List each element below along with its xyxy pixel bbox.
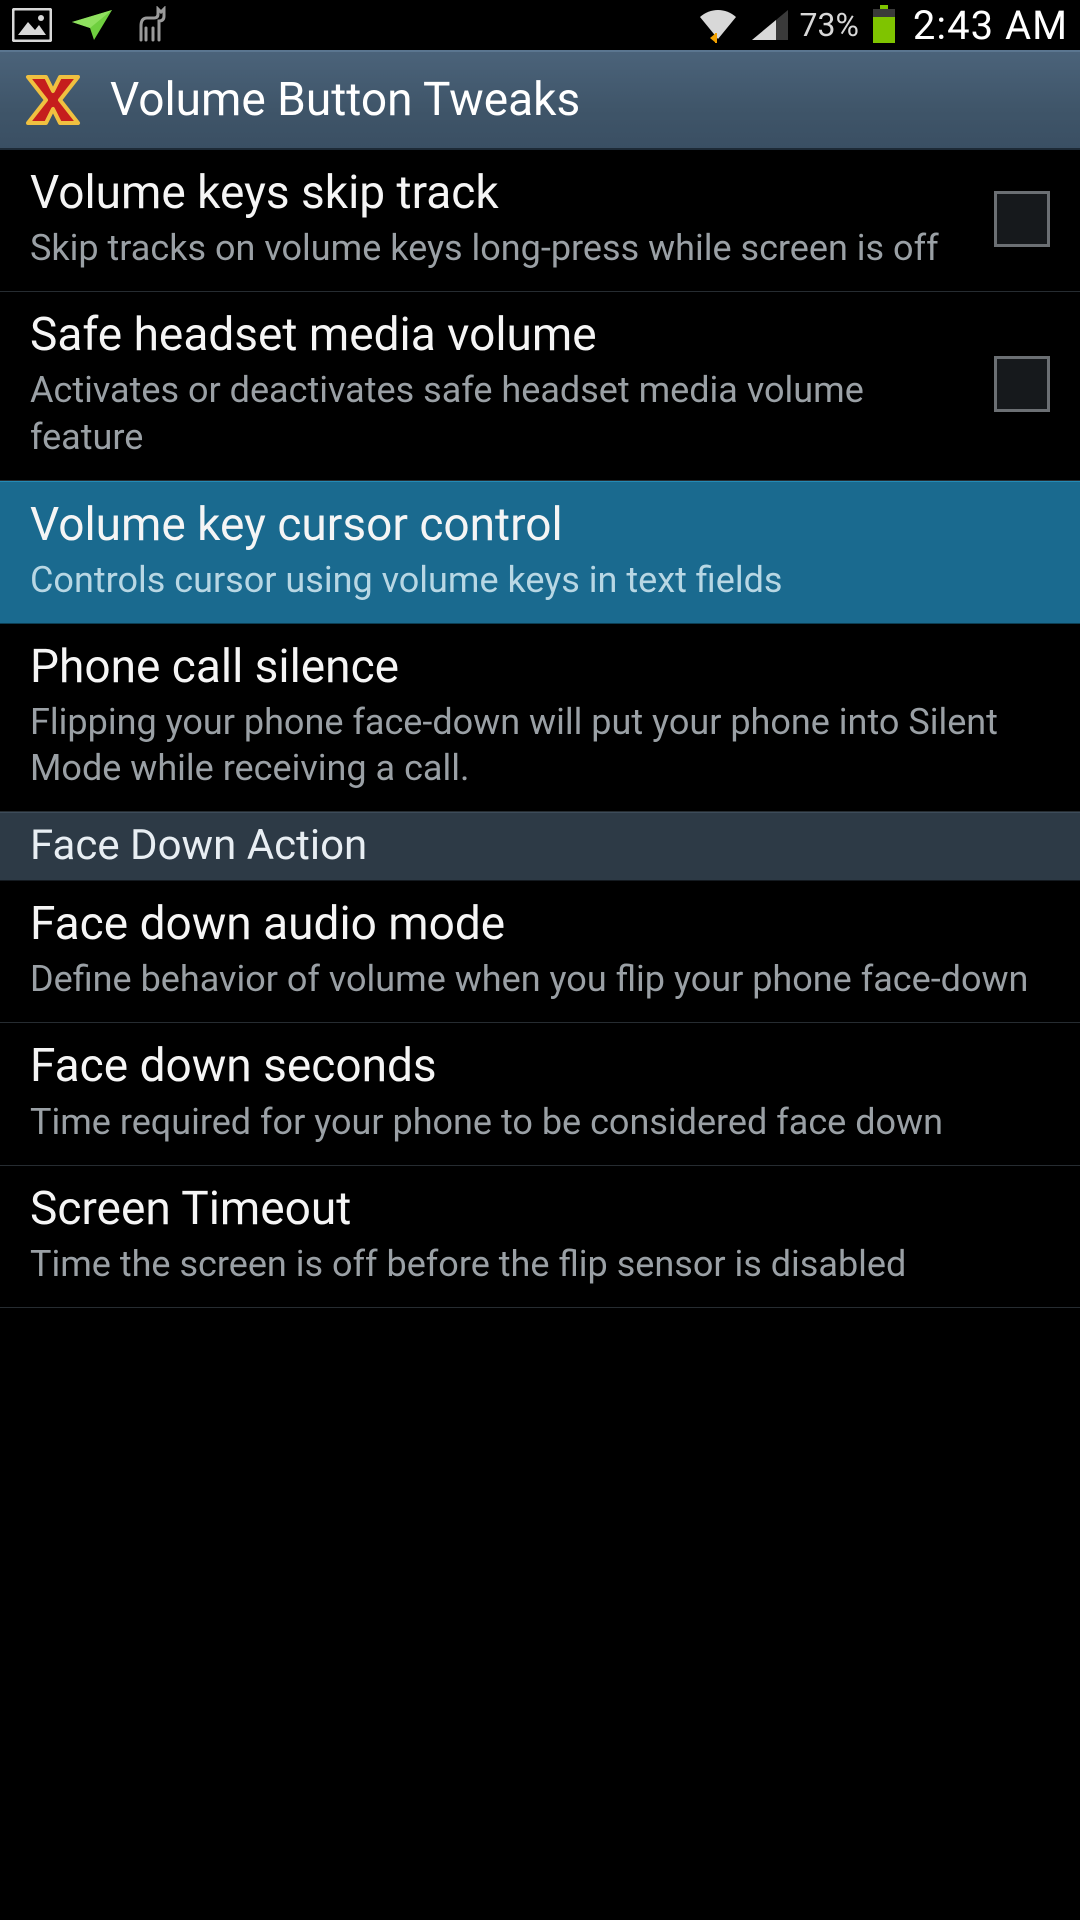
row-subtitle: Skip tracks on volume keys long-press wh…: [30, 225, 974, 271]
row-title: Safe headset media volume: [30, 308, 974, 363]
row-subtitle: Time the screen is off before the flip s…: [30, 1241, 1050, 1287]
row-title: Screen Timeout: [30, 1182, 1050, 1237]
row-title: Face down audio mode: [30, 897, 1050, 952]
row-subtitle: Controls cursor using volume keys in tex…: [30, 557, 1050, 603]
row-volume-key-cursor-control[interactable]: Volume key cursor control Controls curso…: [0, 481, 1080, 624]
battery-percent: 73%: [800, 6, 859, 44]
status-clock: 2:43 AM: [913, 2, 1068, 49]
section-title: Face Down Action: [30, 821, 1050, 870]
battery-icon: [871, 5, 897, 45]
row-title: Volume key cursor control: [30, 498, 1050, 553]
page-title: Volume Button Tweaks: [110, 73, 580, 127]
checkbox[interactable]: [994, 191, 1050, 247]
checkbox[interactable]: [994, 356, 1050, 412]
gallery-icon: [12, 8, 52, 42]
action-bar: Volume Button Tweaks: [0, 50, 1080, 150]
row-subtitle: Flipping your phone face-down will put y…: [30, 699, 1050, 791]
row-subtitle: Define behavior of volume when you flip …: [30, 956, 1050, 1002]
section-face-down-action: Face Down Action: [0, 812, 1080, 881]
signal-icon: [750, 8, 790, 42]
wifi-icon: [696, 7, 740, 43]
row-title: Volume keys skip track: [30, 166, 974, 221]
row-face-down-seconds[interactable]: Face down seconds Time required for your…: [0, 1023, 1080, 1165]
row-screen-timeout[interactable]: Screen Timeout Time the screen is off be…: [0, 1166, 1080, 1308]
row-safe-headset-volume[interactable]: Safe headset media volume Activates or d…: [0, 292, 1080, 480]
row-title: Face down seconds: [30, 1039, 1050, 1094]
row-subtitle: Time required for your phone to be consi…: [30, 1099, 1050, 1145]
status-bar: 73% 2:43 AM: [0, 0, 1080, 50]
llama-icon: [132, 6, 170, 44]
row-subtitle: Activates or deactivates safe headset me…: [30, 367, 974, 459]
paper-plane-icon: [70, 8, 114, 42]
row-volume-keys-skip-track[interactable]: Volume keys skip track Skip tracks on vo…: [0, 150, 1080, 292]
row-face-down-audio-mode[interactable]: Face down audio mode Define behavior of …: [0, 881, 1080, 1023]
row-phone-call-silence[interactable]: Phone call silence Flipping your phone f…: [0, 624, 1080, 812]
row-title: Phone call silence: [30, 640, 1050, 695]
settings-list: Volume keys skip track Skip tracks on vo…: [0, 150, 1080, 1308]
app-x-icon: [18, 65, 88, 135]
